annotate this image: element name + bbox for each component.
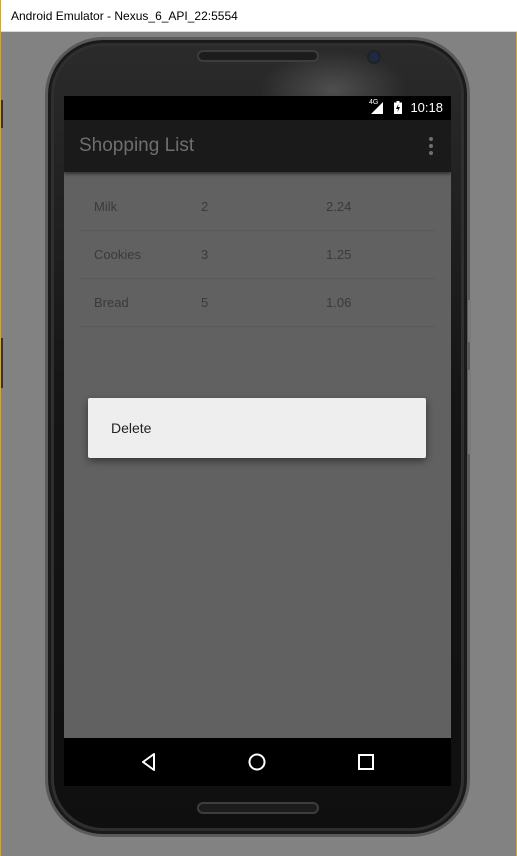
- app-bar: Shopping List: [64, 120, 451, 172]
- recents-icon[interactable]: [354, 750, 378, 774]
- window-edge-mark: [1, 338, 3, 388]
- emulator-window: Android Emulator - Nexus_6_API_22:5554 4…: [0, 0, 517, 856]
- item-name: Milk: [94, 199, 118, 214]
- window-edge-mark: [1, 100, 3, 128]
- home-icon[interactable]: [245, 750, 269, 774]
- list-item[interactable]: Bread 5 1.06: [80, 279, 435, 327]
- item-quantity: 3: [201, 247, 209, 262]
- overflow-dot: [429, 151, 433, 155]
- power-button[interactable]: [468, 300, 471, 342]
- overflow-menu-icon[interactable]: [429, 137, 433, 155]
- item-price: 1.06: [326, 295, 352, 310]
- delete-label: Delete: [111, 420, 152, 436]
- device-screen: 4G 10:18 Shopping List Milk 2 2.24 Cooki…: [64, 96, 451, 786]
- status-bar: 4G 10:18: [64, 96, 451, 120]
- overflow-dot: [429, 137, 433, 141]
- window-title: Android Emulator - Nexus_6_API_22:5554: [11, 9, 238, 23]
- item-price: 2.24: [326, 199, 352, 214]
- context-menu: Delete: [88, 398, 426, 458]
- item-name: Bread: [94, 295, 129, 310]
- bottom-speaker: [197, 802, 319, 814]
- window-titlebar[interactable]: Android Emulator - Nexus_6_API_22:5554: [1, 0, 517, 32]
- status-time: 10:18: [410, 100, 443, 115]
- signal-icon: [371, 102, 383, 114]
- app-title: Shopping List: [79, 135, 195, 156]
- item-quantity: 5: [201, 295, 209, 310]
- list-item[interactable]: Milk 2 2.24: [80, 183, 435, 231]
- delete-menu-item[interactable]: Delete: [88, 398, 426, 458]
- item-name: Cookies: [94, 247, 141, 262]
- item-price: 1.25: [326, 247, 352, 262]
- battery-icon: [394, 101, 402, 114]
- navigation-bar: [64, 738, 451, 786]
- item-quantity: 2: [201, 199, 209, 214]
- overflow-dot: [429, 144, 433, 148]
- back-icon[interactable]: [137, 750, 161, 774]
- list-item[interactable]: Cookies 3 1.25: [80, 231, 435, 279]
- top-speaker: [197, 50, 319, 62]
- volume-button[interactable]: [468, 370, 471, 454]
- front-camera: [369, 52, 379, 62]
